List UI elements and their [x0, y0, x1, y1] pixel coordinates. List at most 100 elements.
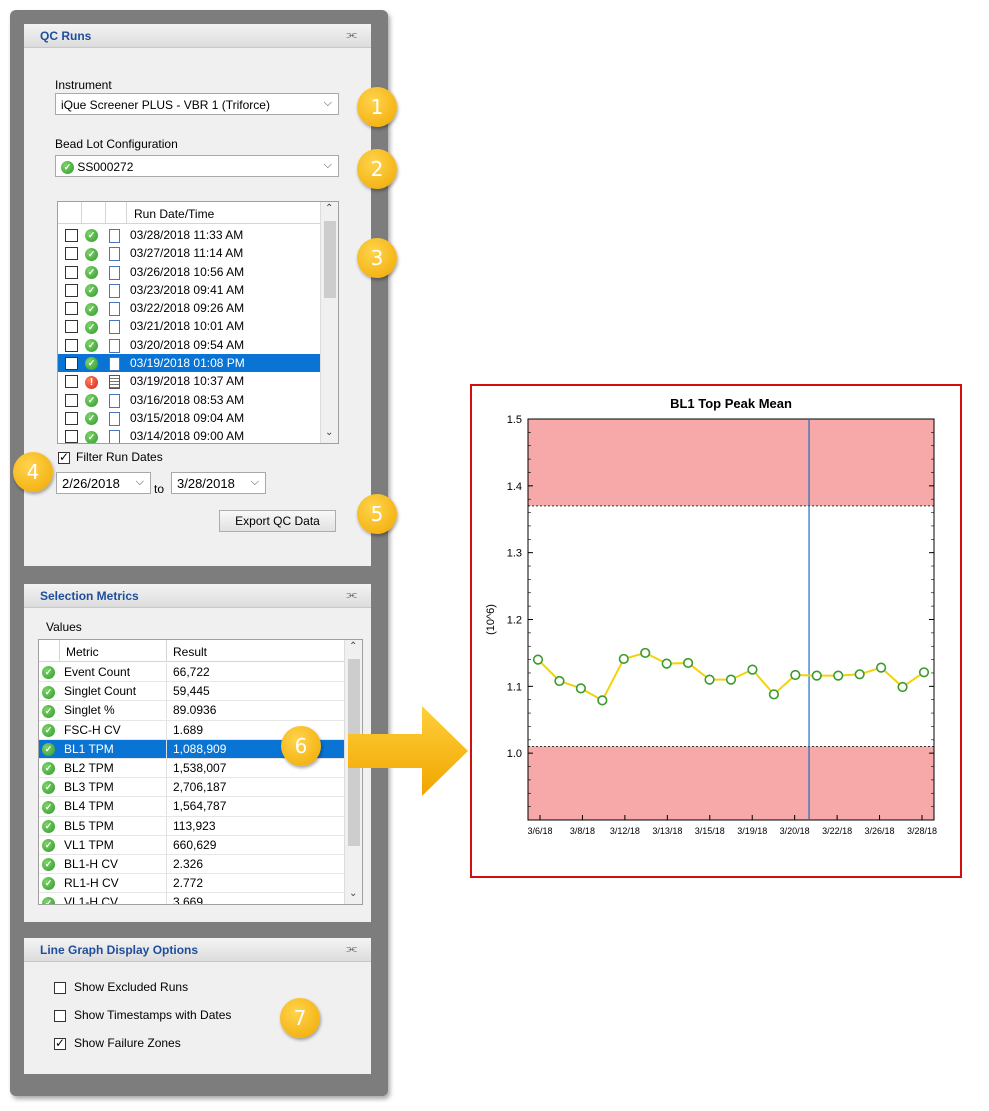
bead-lot-select[interactable]: ✓ SS000272 ⌵: [55, 155, 339, 177]
check-ok-icon: ✓: [42, 704, 55, 718]
run-checkbox[interactable]: [65, 393, 78, 407]
run-row[interactable]: ✓ 03/16/2018 08:53 AM: [58, 391, 320, 409]
metric-row[interactable]: ✓ BL3 TPM 2,706,187: [39, 778, 344, 798]
run-checkbox[interactable]: [65, 265, 78, 279]
data-point: [918, 667, 930, 678]
report-icon[interactable]: [109, 247, 120, 262]
run-checkbox[interactable]: [65, 283, 78, 297]
run-row[interactable]: ✓ 03/14/2018 09:00 AM: [58, 427, 320, 443]
double-chevron-up-icon[interactable]: ⫘: [346, 941, 357, 956]
report-icon[interactable]: [109, 229, 120, 243]
selection-metrics-title: Selection Metrics: [40, 589, 139, 603]
metric-result: 3.669: [173, 895, 204, 905]
run-checkbox[interactable]: [65, 302, 78, 316]
date-from-picker[interactable]: 2/26/2018 ⌵: [56, 472, 151, 494]
double-chevron-up-icon[interactable]: ⫘: [346, 587, 357, 602]
metric-result: 2.326: [173, 856, 204, 871]
run-row[interactable]: ! 03/19/2018 10:37 AM: [58, 372, 320, 390]
metric-row[interactable]: ✓ Singlet % 89.0936: [39, 701, 344, 721]
metric-row[interactable]: ✓ BL1-H CV 2.326: [39, 854, 344, 875]
run-row[interactable]: ✓ 03/21/2018 10:01 AM: [58, 317, 320, 335]
x-tick-label: 3/15/18: [695, 826, 725, 836]
check-ok-icon: ✓: [42, 800, 55, 814]
runs-scrollbar-thumb[interactable]: [324, 221, 336, 298]
run-row[interactable]: ✓ 03/19/2018 01:08 PM: [58, 354, 320, 373]
option-label[interactable]: Show Timestamps with Dates: [74, 1008, 231, 1022]
instrument-select[interactable]: iQue Screener PLUS - VBR 1 (Triforce) ⌵: [55, 93, 339, 115]
metric-row[interactable]: ✓ Event Count 66,722: [39, 663, 344, 683]
runs-list-header: Run Date/Time: [58, 202, 320, 224]
run-checkbox[interactable]: [65, 320, 78, 334]
scroll-up-icon[interactable]: ⌃: [325, 203, 333, 214]
run-row[interactable]: ✓ 03/15/2018 09:04 AM: [58, 409, 320, 427]
scroll-down-icon[interactable]: ⌄: [325, 427, 333, 438]
run-checkbox[interactable]: [65, 229, 78, 242]
run-checkbox[interactable]: [65, 357, 78, 371]
run-row[interactable]: ✓ 03/28/2018 11:33 AM: [58, 226, 320, 244]
run-row[interactable]: ✓ 03/26/2018 10:56 AM: [58, 263, 320, 281]
run-checkbox[interactable]: [65, 411, 78, 425]
run-date: 03/20/2018 09:54 AM: [130, 337, 245, 352]
metric-column-header[interactable]: Metric: [66, 645, 99, 659]
double-chevron-up-icon[interactable]: ⫘: [346, 27, 357, 42]
report-icon[interactable]: [109, 338, 120, 353]
scroll-up-icon[interactable]: ⌃: [349, 641, 357, 652]
metric-row[interactable]: ✓ Singlet Count 59,445: [39, 682, 344, 702]
runs-scrollbar[interactable]: ⌃ ⌄: [320, 202, 338, 443]
data-point: [554, 675, 565, 687]
run-date: 03/21/2018 10:01 AM: [130, 319, 245, 334]
run-date-column-header[interactable]: Run Date/Time: [134, 207, 214, 221]
report-icon[interactable]: [109, 430, 120, 443]
option-checkbox[interactable]: ✓: [54, 1036, 66, 1050]
metric-row[interactable]: ✓ RL1-H CV 2.772: [39, 874, 344, 894]
report-icon[interactable]: [109, 302, 120, 317]
run-checkbox[interactable]: [65, 247, 78, 261]
metric-name: BL1-H CV: [64, 856, 119, 871]
runs-rows: ✓ 03/28/2018 11:33 AM ✓ 03/27/2018 11:14 AM…: [58, 226, 320, 443]
result-column-header[interactable]: Result: [173, 645, 207, 659]
run-row[interactable]: ✓ 03/27/2018 11:14 AM: [58, 244, 320, 262]
callout-3: 3: [357, 238, 397, 278]
metric-row[interactable]: ✓ VL1 TPM 660,629: [39, 835, 344, 855]
run-checkbox[interactable]: [65, 338, 78, 352]
metric-row[interactable]: ✓ BL4 TPM 1,564,787: [39, 797, 344, 817]
run-date: 03/23/2018 09:41 AM: [130, 282, 245, 297]
option-label[interactable]: Show Failure Zones: [74, 1036, 181, 1050]
qc-runs-header[interactable]: QC Runs ⫘: [24, 24, 371, 48]
run-checkbox[interactable]: [65, 430, 78, 443]
metric-row[interactable]: ✓ BL5 TPM 113,923: [39, 816, 344, 836]
filter-run-dates-label[interactable]: Filter Run Dates: [76, 450, 163, 464]
callout-5: 5: [357, 494, 397, 534]
report-icon[interactable]: [109, 411, 120, 426]
bl1-top-peak-mean-chart[interactable]: 1.0 1.1 1.2 1.3 1.4 1.5 3/6/18 3/8/18 3/12/18 3/1…: [472, 386, 960, 876]
line-graph-options-header[interactable]: Line Graph Display Options ⫘: [24, 938, 371, 962]
date-to-picker[interactable]: 3/28/2018 ⌵: [171, 472, 266, 494]
bead-lot-label: Bead Lot Configuration: [55, 137, 178, 151]
option-checkbox[interactable]: [54, 982, 66, 994]
report-icon[interactable]: [109, 283, 120, 298]
scroll-down-icon[interactable]: ⌄: [349, 888, 357, 899]
selection-metrics-header[interactable]: Selection Metrics ⫘: [24, 584, 371, 608]
export-qc-data-button[interactable]: Export QC Data: [219, 510, 336, 532]
instrument-value: iQue Screener PLUS - VBR 1 (Triforce): [61, 98, 270, 112]
report-icon[interactable]: [109, 265, 120, 280]
metric-result: 2.772: [173, 876, 204, 891]
run-row[interactable]: ✓ 03/22/2018 09:26 AM: [58, 299, 320, 317]
report-icon[interactable]: [109, 320, 120, 335]
values-label: Values: [46, 620, 82, 634]
bead-lot-value: SS000272: [77, 160, 134, 174]
runs-list[interactable]: Run Date/Time ✓ 03/28/2018 11:33 AM ✓ 03/27…: [57, 201, 339, 444]
data-point: [661, 658, 672, 669]
report-icon[interactable]: [109, 393, 120, 408]
filter-run-dates-checkbox[interactable]: ✓: [58, 450, 70, 464]
metric-row[interactable]: ✓ VL1-H CV 3.669: [39, 893, 344, 905]
metrics-table[interactable]: Metric Result ✓ Event Count 66,722 ✓ Singlet…: [38, 639, 363, 905]
report-icon[interactable]: [109, 375, 120, 390]
run-checkbox[interactable]: [65, 375, 78, 389]
chevron-down-icon: ⌵: [250, 476, 259, 488]
report-icon[interactable]: [109, 357, 120, 372]
run-row[interactable]: ✓ 03/23/2018 09:41 AM: [58, 281, 320, 299]
option-label[interactable]: Show Excluded Runs: [74, 980, 188, 994]
option-checkbox[interactable]: [54, 1010, 66, 1022]
run-row[interactable]: ✓ 03/20/2018 09:54 AM: [58, 336, 320, 354]
